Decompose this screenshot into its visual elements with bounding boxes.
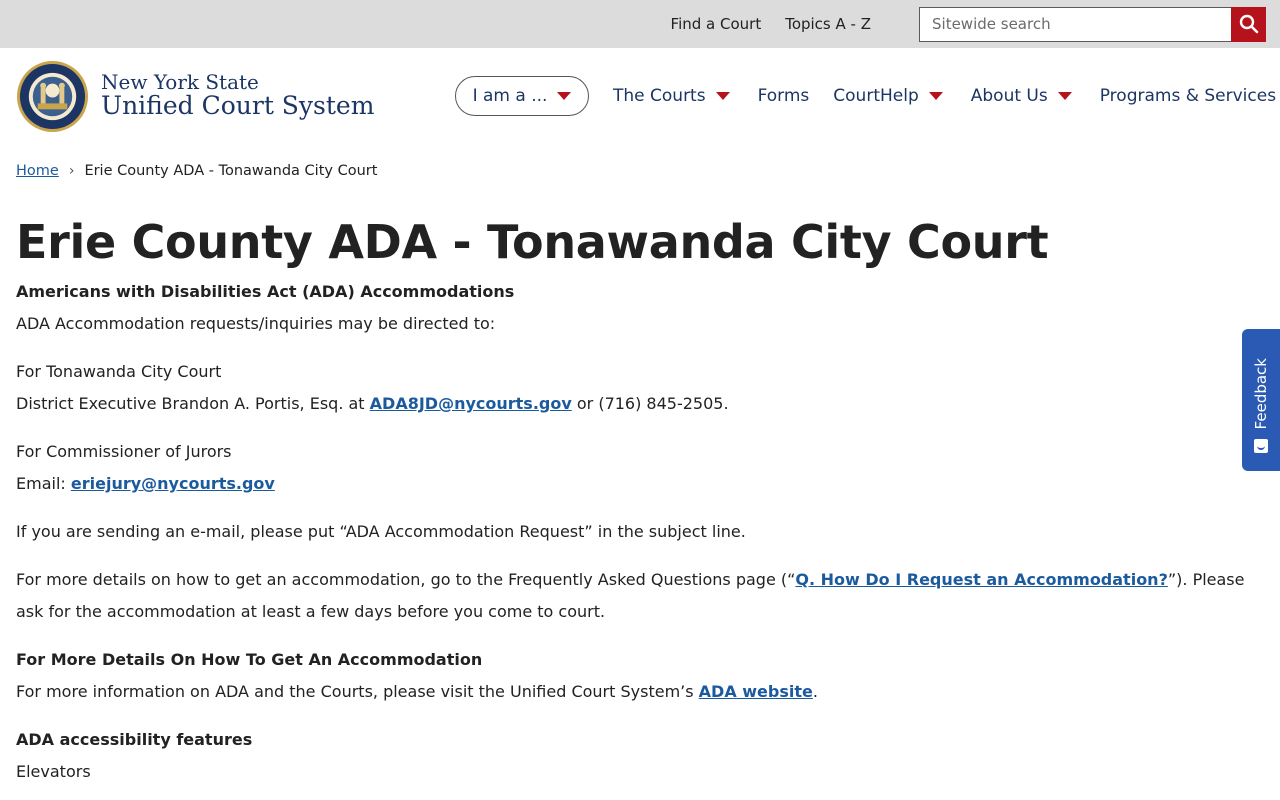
chevron-down-icon bbox=[1057, 92, 1072, 100]
nav-courthelp-label: CourtHelp bbox=[833, 86, 919, 106]
more-info-suffix: . bbox=[812, 682, 818, 701]
state-seal-icon bbox=[16, 60, 89, 132]
faq-paragraph: For more details on how to get an accomm… bbox=[16, 564, 1266, 628]
chevron-down-icon bbox=[928, 92, 943, 100]
chevron-down-icon bbox=[557, 92, 572, 100]
breadcrumb: Home › Erie County ADA - Tonawanda City … bbox=[16, 163, 377, 179]
chevron-down-icon bbox=[715, 92, 730, 100]
nav-the-courts-label: The Courts bbox=[613, 86, 706, 106]
district-executive-line: District Executive Brandon A. Portis, Es… bbox=[16, 388, 1266, 420]
nav-forms[interactable]: Forms bbox=[758, 86, 810, 106]
nav-about-us[interactable]: About Us bbox=[971, 86, 1072, 106]
district-exec-prefix: District Executive Brandon A. Portis, Es… bbox=[16, 394, 370, 413]
feedback-tab[interactable]: Feedback bbox=[1242, 329, 1280, 471]
district-exec-suffix: or (716) 845-2505. bbox=[571, 394, 729, 413]
find-a-court-link[interactable]: Find a Court bbox=[671, 15, 762, 33]
more-details-heading: For More Details On How To Get An Accomm… bbox=[16, 650, 483, 669]
main-nav: I am a ... The Courts Forms CourtHelp Ab… bbox=[455, 76, 1276, 116]
ada-website-link[interactable]: ADA website bbox=[699, 682, 813, 701]
jurors-label: For Commissioner of Jurors bbox=[16, 442, 232, 461]
nav-programs-services-label: Programs & Services bbox=[1099, 86, 1277, 106]
main-content: Erie County ADA - Tonawanda City Court A… bbox=[16, 212, 1266, 788]
ada8jd-email-link[interactable]: ADA8JD@nycourts.gov bbox=[370, 394, 572, 413]
feedback-label: Feedback bbox=[1252, 357, 1270, 429]
logo-line-state: New York State bbox=[101, 70, 259, 95]
tonawanda-label: For Tonawanda City Court bbox=[16, 362, 222, 381]
more-info-line: For more information on ADA and the Cour… bbox=[16, 676, 1266, 708]
email-prefix: Email: bbox=[16, 474, 71, 493]
jurors-email-line: Email: eriejury@nycourts.gov bbox=[16, 468, 1266, 500]
i-am-a-dropdown[interactable]: I am a ... bbox=[455, 76, 589, 116]
faq-accommodation-link[interactable]: Q. How Do I Request an Accommodation? bbox=[795, 570, 1167, 589]
chevron-right-icon: › bbox=[68, 163, 75, 179]
nav-about-us-label: About Us bbox=[970, 86, 1048, 106]
search-box bbox=[919, 6, 1266, 42]
sitewide-search-input[interactable] bbox=[920, 7, 1231, 41]
site-header: New York State Unified Court System I am… bbox=[0, 48, 1280, 144]
accessibility-features-heading: ADA accessibility features bbox=[16, 730, 253, 749]
search-icon bbox=[1239, 14, 1258, 34]
subject-line-instruction: If you are sending an e-mail, please put… bbox=[16, 522, 746, 541]
elevators-label: Elevators bbox=[16, 762, 91, 781]
nav-the-courts[interactable]: The Courts bbox=[613, 86, 730, 106]
nav-courthelp[interactable]: CourtHelp bbox=[833, 86, 943, 106]
nav-forms-label: Forms bbox=[757, 86, 810, 106]
topics-a-z-link[interactable]: Topics A - Z bbox=[785, 15, 871, 33]
ada-heading: Americans with Disabilities Act (ADA) Ac… bbox=[16, 282, 515, 301]
more-info-prefix: For more information on ADA and the Cour… bbox=[16, 682, 699, 701]
breadcrumb-current: Erie County ADA - Tonawanda City Court bbox=[84, 163, 378, 179]
logo-line-system: Unified Court System bbox=[101, 91, 375, 121]
eriejury-email-link[interactable]: eriejury@nycourts.gov bbox=[71, 474, 275, 493]
ada-intro: ADA Accommodation requests/inquiries may… bbox=[16, 314, 496, 333]
logo-text: New York State Unified Court System bbox=[101, 72, 374, 119]
i-am-a-label: I am a ... bbox=[472, 86, 548, 106]
faq-prefix: For more details on how to get an accomm… bbox=[16, 570, 796, 589]
nav-programs-services[interactable]: Programs & Services bbox=[1100, 86, 1276, 106]
breadcrumb-home-link[interactable]: Home bbox=[16, 163, 59, 179]
utility-bar: Find a Court Topics A - Z bbox=[0, 0, 1280, 48]
feedback-smile-icon bbox=[1254, 439, 1268, 453]
page-title: Erie County ADA - Tonawanda City Court bbox=[16, 215, 1049, 269]
search-button[interactable] bbox=[1231, 6, 1266, 42]
site-logo[interactable]: New York State Unified Court System bbox=[16, 60, 374, 133]
